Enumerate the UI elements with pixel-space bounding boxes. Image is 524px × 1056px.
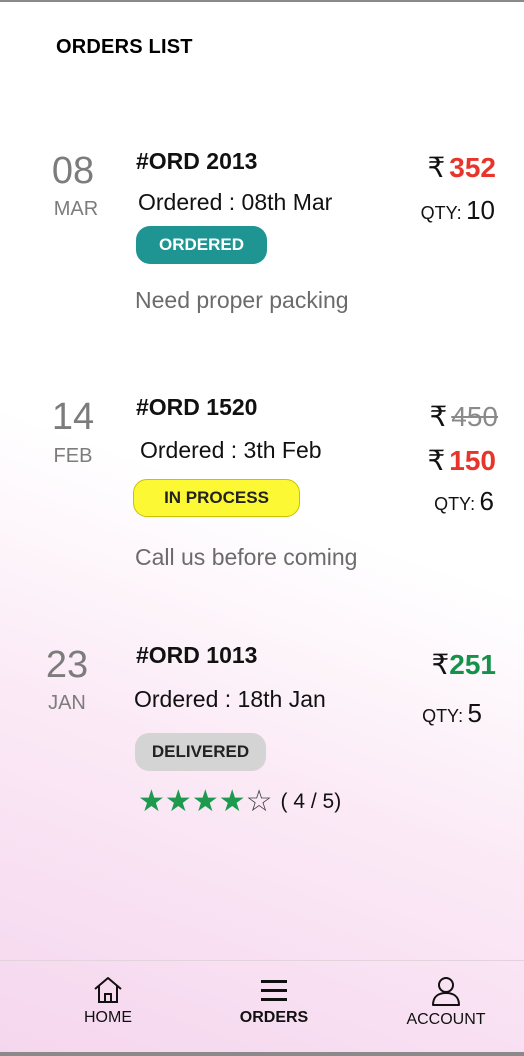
nav-orders[interactable]: ORDERS: [214, 977, 334, 1027]
star-filled-icon: ★: [218, 785, 246, 818]
rating-text: ( 4 / 5): [280, 790, 342, 813]
nav-account[interactable]: ACCOUNT: [386, 975, 506, 1029]
status-badge: DELIVERED: [135, 733, 266, 771]
qty-label: QTY:: [422, 706, 464, 726]
original-price-value: 450: [451, 401, 498, 432]
rupee-symbol: ₹: [427, 152, 446, 183]
qty-label: QTY:: [420, 203, 462, 223]
order-id: #ORD 2013: [136, 148, 258, 174]
order-price: ₹251: [431, 648, 496, 681]
home-icon: [94, 977, 122, 1003]
order-date: Ordered : 08th Mar: [138, 189, 333, 215]
star-filled-icon: ★: [138, 785, 165, 818]
rupee-symbol: ₹: [427, 445, 446, 476]
menu-lines-icon: [261, 980, 287, 1001]
rating-stars: ★ ★ ★ ★ ☆ ( 4 / 5): [138, 787, 341, 817]
price-value: 251: [449, 649, 496, 680]
rupee-symbol: ₹: [429, 401, 448, 432]
nav-orders-label: ORDERS: [239, 1009, 309, 1026]
order-price: ₹352: [427, 151, 496, 184]
qty-label: QTY:: [434, 494, 476, 514]
order-qty: QTY: 6: [434, 486, 494, 517]
order-month: FEB: [53, 445, 93, 467]
order-date: Ordered : 3th Feb: [140, 437, 322, 463]
nav-account-label: ACCOUNT: [406, 1011, 486, 1028]
price-value: 150: [449, 445, 496, 476]
star-outline-icon: ☆: [245, 785, 273, 818]
original-price: ₹450: [429, 400, 498, 433]
order-date: Ordered : 18th Jan: [134, 686, 326, 712]
qty-value: 6: [479, 486, 494, 516]
order-month: MAR: [53, 198, 99, 220]
user-icon: [432, 977, 460, 1006]
order-month: JAN: [48, 692, 86, 714]
qty-value: 10: [466, 195, 495, 225]
bottom-border: [0, 1052, 524, 1056]
page-title: ORDERS LIST: [56, 36, 193, 58]
order-id: #ORD 1520: [136, 394, 258, 420]
order-note: Call us before coming: [135, 544, 358, 570]
top-border: [0, 0, 524, 2]
order-note: Need proper packing: [135, 287, 349, 313]
order-qty: QTY: 10: [421, 195, 495, 226]
nav-home[interactable]: HOME: [48, 975, 168, 1027]
status-badge: IN PROCESS: [133, 479, 300, 517]
price-value: 352: [449, 152, 496, 183]
order-day: 23: [45, 644, 89, 686]
order-day: 08: [51, 150, 95, 192]
nav-home-label: HOME: [84, 1009, 132, 1026]
rupee-symbol: ₹: [431, 649, 450, 680]
qty-value: 5: [467, 698, 482, 728]
status-badge: ORDERED: [136, 226, 267, 264]
order-qty: QTY: 5: [422, 698, 482, 729]
star-filled-icon: ★: [191, 785, 219, 818]
order-id: #ORD 1013: [136, 642, 258, 668]
order-day: 14: [51, 396, 95, 438]
bottom-nav: HOME ORDERS ACCOUNT: [0, 960, 524, 1056]
order-price: ₹150: [427, 444, 496, 477]
star-filled-icon: ★: [164, 785, 192, 818]
